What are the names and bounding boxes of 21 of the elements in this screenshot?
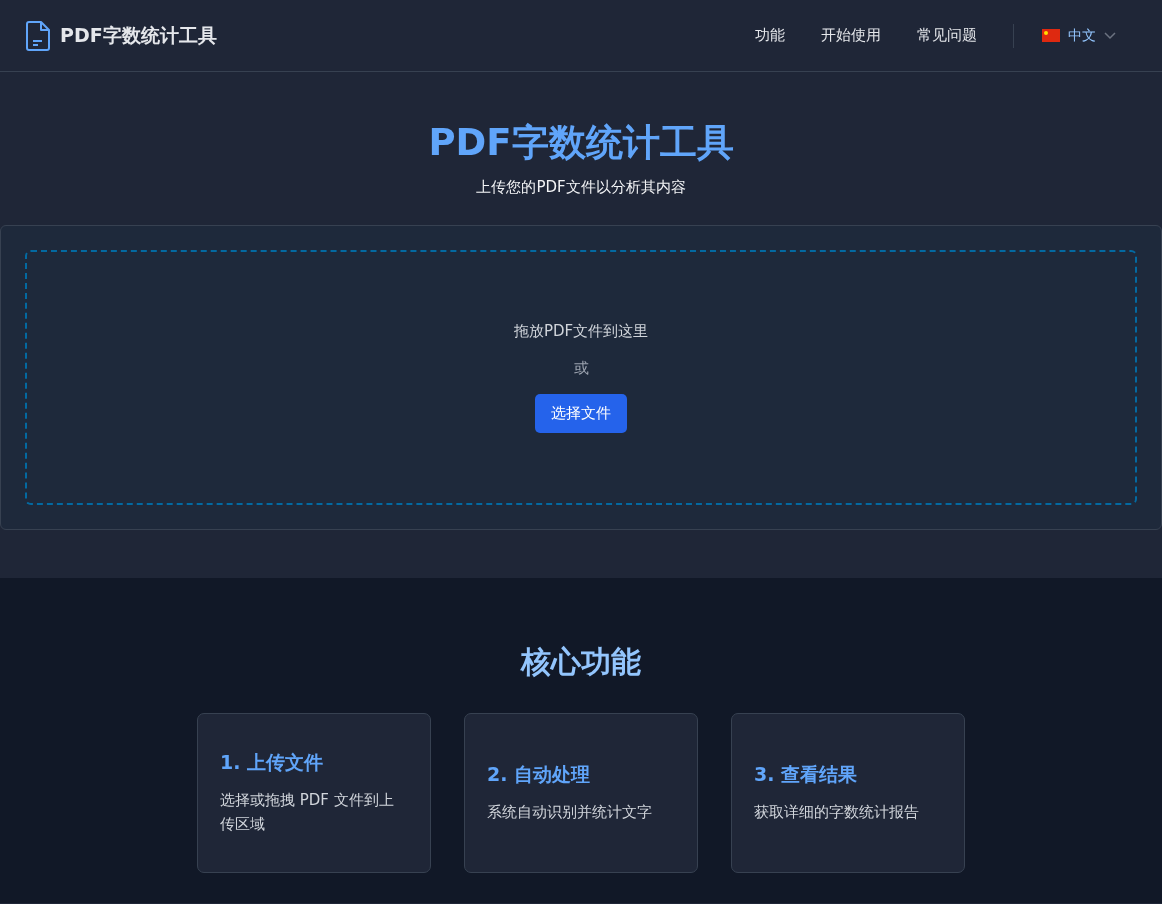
drop-zone[interactable]: 拖放PDF文件到这里 或 选择文件 <box>25 250 1137 505</box>
card-description: 系统自动识别并统计文字 <box>487 802 653 823</box>
flag-icon <box>1042 29 1060 42</box>
page-title: PDF字数统计工具 <box>428 120 734 166</box>
drop-prompt: 拖放PDF文件到这里 <box>513 322 649 341</box>
section-title: 核心功能 <box>521 643 641 681</box>
language-selector[interactable]: 中文 <box>1042 26 1116 45</box>
card-title: 2. 自动处理 <box>487 762 592 787</box>
document-icon <box>26 20 50 51</box>
nav-link[interactable]: 功能 <box>755 26 785 45</box>
chevron-down-icon <box>1104 31 1116 40</box>
site-title: PDF字数统计工具 <box>60 22 217 48</box>
card-description: 获取详细的字数统计报告 <box>754 802 920 823</box>
nav-link[interactable]: 开始使用 <box>821 26 881 45</box>
or-text: 或 <box>573 359 589 378</box>
card-title: 3. 查看结果 <box>754 762 859 787</box>
choose-file-button[interactable]: 选择文件 <box>535 394 627 433</box>
page-subtitle: 上传您的PDF文件以分析其内容 <box>476 178 686 197</box>
card-title: 1. 上传文件 <box>220 750 325 775</box>
nav-link[interactable]: 常见问题 <box>917 26 977 45</box>
card-description: 选择或拖拽 PDF 文件到上传区域 <box>220 790 395 835</box>
